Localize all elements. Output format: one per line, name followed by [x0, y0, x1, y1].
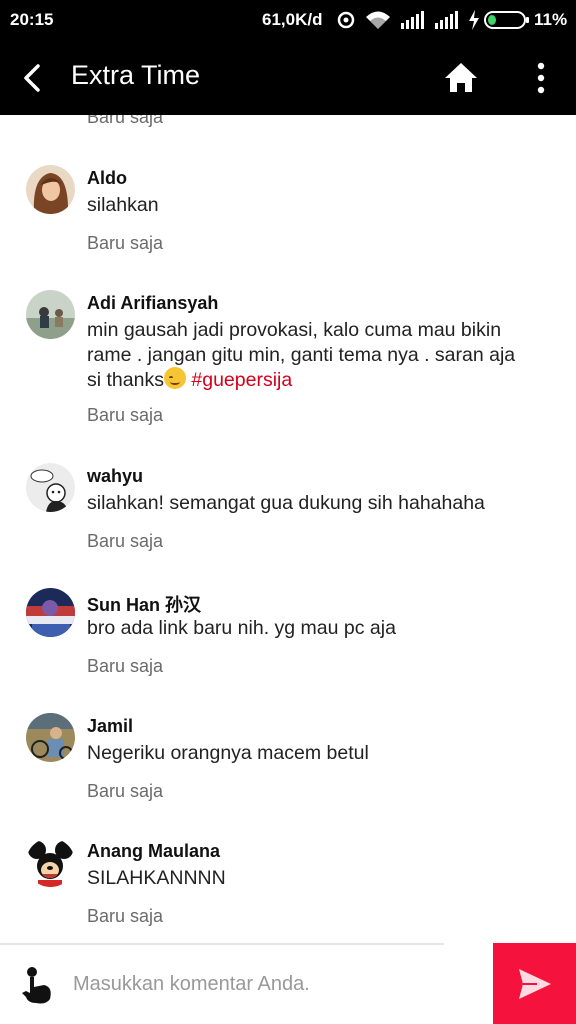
signal-icon	[435, 11, 458, 29]
home-icon[interactable]	[443, 60, 479, 96]
status-bar: 20:15 61,0K/d 11%	[0, 0, 576, 40]
signal-icon	[401, 11, 424, 29]
avatar[interactable]	[26, 588, 75, 637]
sync-icon	[337, 11, 355, 29]
commenter-name[interactable]: Anang Maulana	[87, 841, 220, 862]
network-rate: 61,0K/d	[262, 10, 323, 29]
status-time: 20:15	[10, 10, 54, 29]
comment-text: SILAHKANNNN	[87, 867, 226, 889]
page-title: Extra Time	[71, 60, 201, 90]
wifi-icon	[366, 11, 390, 29]
avatar[interactable]	[26, 290, 75, 339]
divider	[0, 943, 444, 945]
send-button[interactable]	[493, 943, 576, 1024]
comment-time: Baru saja	[87, 781, 164, 801]
comment-time: Baru saja	[87, 115, 164, 127]
commenter-name[interactable]: Aldo	[87, 168, 127, 189]
app-bar: Extra Time	[0, 40, 576, 115]
comment-time: Baru saja	[87, 405, 164, 425]
hashtag-link[interactable]: #guepersija	[191, 369, 292, 391]
commenter-name[interactable]: wahyu	[87, 466, 143, 487]
comment-time: Baru saja	[87, 906, 164, 926]
battery-icon	[484, 11, 529, 29]
comment-text: silahkan	[87, 194, 159, 216]
back-arrow-icon[interactable]	[18, 58, 50, 98]
comment-text-line: min gausah jadi provokasi, kalo cuma mau…	[87, 319, 502, 341]
comment-list[interactable]: Baru saja Aldo silahkan Baru saja Adi Ar…	[0, 115, 576, 943]
avatar[interactable]	[26, 165, 75, 214]
charging-icon	[469, 10, 479, 30]
avatar[interactable]	[26, 838, 75, 887]
smiling-emoji-icon	[163, 367, 186, 389]
commenter-name[interactable]: Jamil	[87, 716, 133, 737]
comment-time: Baru saja	[87, 656, 164, 676]
more-vert-icon[interactable]	[530, 60, 552, 96]
comment-input-bar	[0, 943, 576, 1024]
comment-text: bro ada link baru nih. yg mau pc aja	[87, 617, 396, 639]
user-avatar-icon	[22, 967, 51, 1004]
comment-text: Negeriku orangnya macem betul	[87, 742, 369, 764]
comment-text: min gausah jadi provokasi, kalo cuma mau…	[87, 318, 547, 393]
send-icon	[519, 969, 551, 999]
battery-percent: 11%	[534, 10, 568, 29]
avatar[interactable]	[26, 463, 75, 512]
avatar[interactable]	[26, 713, 75, 762]
commenter-name[interactable]: Sun Han 孙汉	[87, 591, 201, 617]
comment-time: Baru saja	[87, 233, 164, 253]
comment-text-line: rame . jangan gitu min, ganti tema nya .…	[87, 343, 516, 366]
comment-time: Baru saja	[87, 531, 164, 551]
comment-input[interactable]	[73, 967, 483, 1001]
comment-text: silahkan! semangat gua dukung sih hahaha…	[87, 492, 485, 514]
commenter-name[interactable]: Adi Arifiansyah	[87, 293, 218, 314]
comment-text-line: si thanks	[87, 369, 164, 391]
